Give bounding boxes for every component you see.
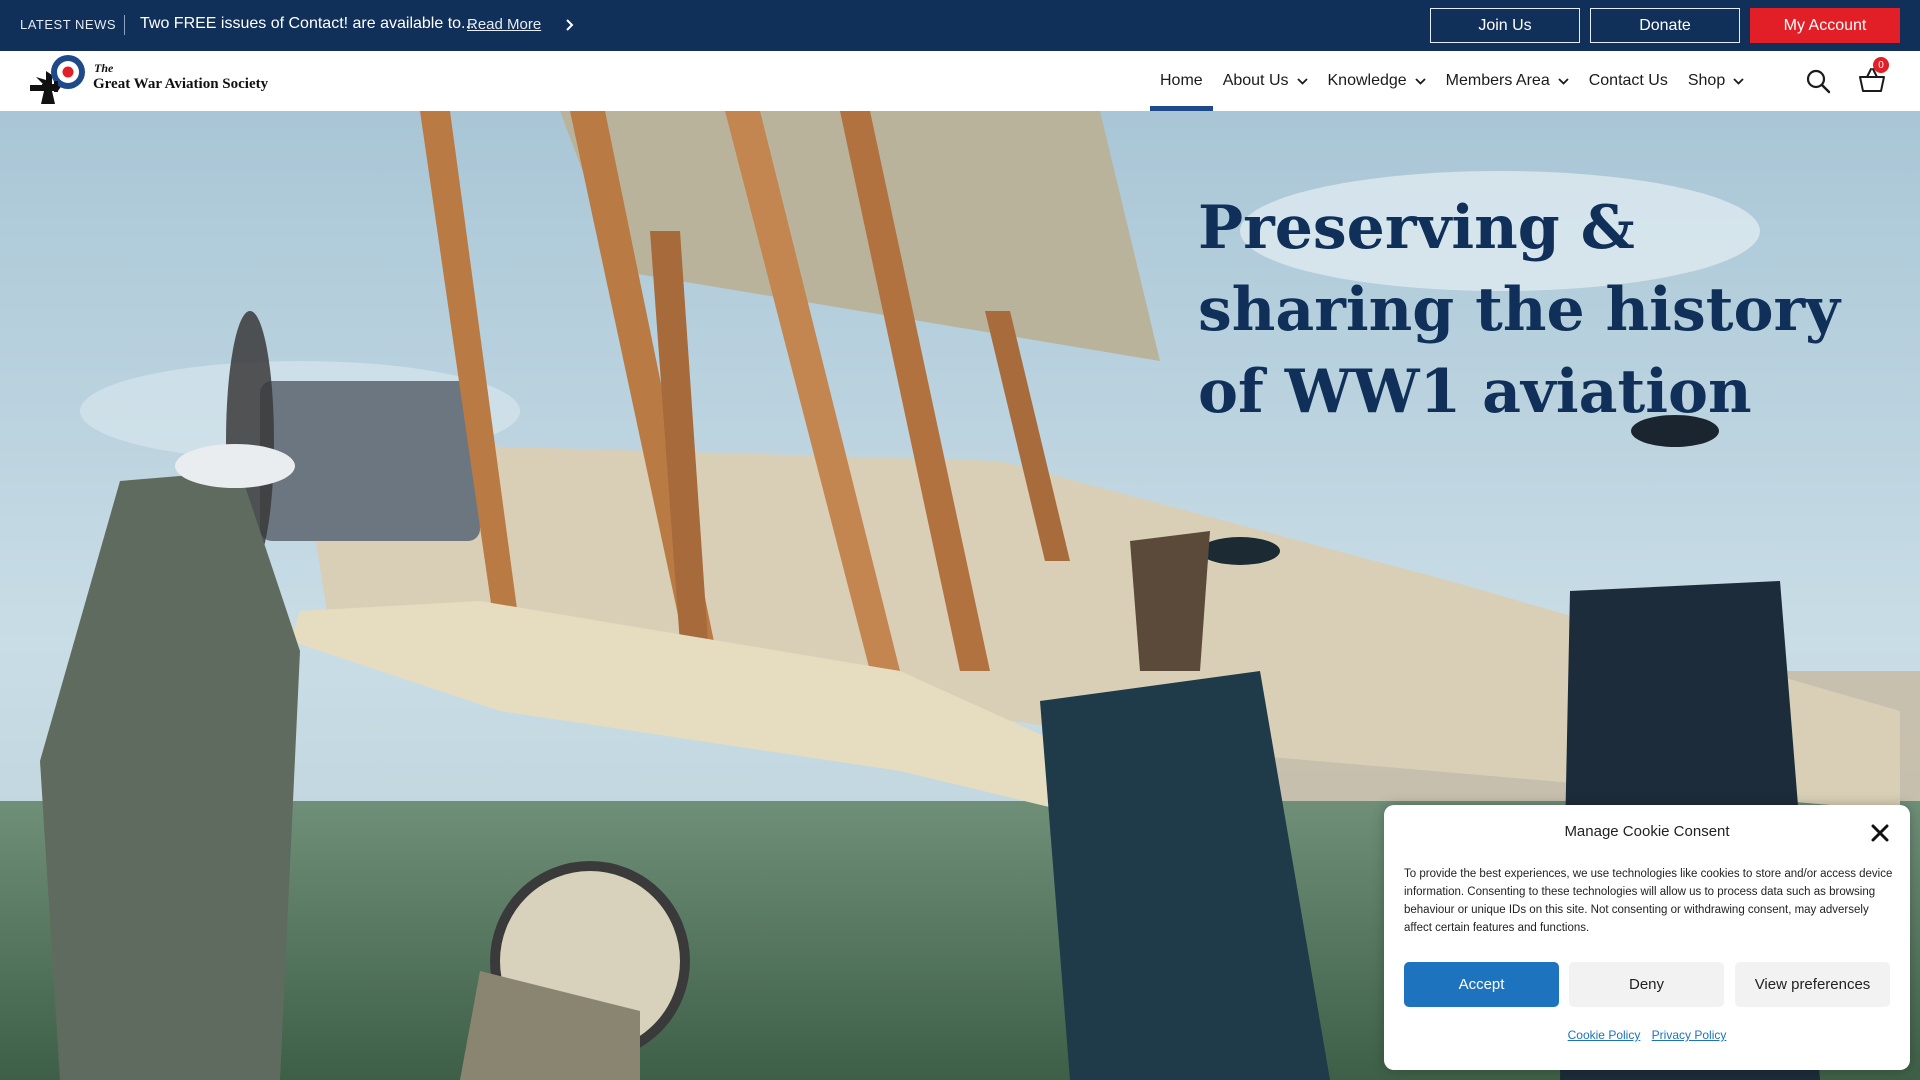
news-divider [124,15,125,35]
cart-count-badge: 0 [1873,57,1889,73]
chevron-down-icon [1296,77,1308,85]
hero-heading: Preserving & sharing the history of WW1 … [1198,187,1840,433]
hero-heading-line-3: of WW1 aviation [1198,351,1838,433]
news-label: LATEST NEWS [20,17,117,32]
cookie-policy-link[interactable]: Cookie Policy [1568,1028,1641,1042]
logo-name: Great War Aviation Society [93,76,269,92]
roundel-cross-icon [30,55,85,104]
nav-item-home[interactable]: Home [1150,51,1213,111]
site-logo[interactable]: The Great War Aviation Society [28,51,288,111]
news-read-more-link[interactable]: Read More [467,16,541,33]
chevron-down-icon [1558,77,1569,85]
chevron-right-icon[interactable] [563,15,577,35]
hero-heading-line-2: sharing the history [1198,275,1840,345]
main-nav: Home About Us Knowledge Members Area Con… [1150,51,1754,111]
nav-item-label: Home [1160,72,1203,89]
view-preferences-button[interactable]: View preferences [1735,962,1890,1007]
chevron-down-icon [1733,77,1744,85]
nav-item-members-area[interactable]: Members Area [1436,51,1579,111]
privacy-policy-link[interactable]: Privacy Policy [1652,1028,1727,1042]
nav-item-knowledge[interactable]: Knowledge [1318,51,1436,111]
nav-item-label: Members Area [1445,72,1550,89]
news-headline[interactable]: Two FREE issues of Contact! are availabl… [140,15,474,33]
news-bar: LATEST NEWS Two FREE issues of Contact! … [0,0,1920,51]
hero-heading-line-1: Preserving & [1198,193,1635,263]
join-us-button[interactable]: Join Us [1430,8,1580,43]
nav-item-contact-us[interactable]: Contact Us [1579,51,1678,111]
logo-the: The [94,61,114,75]
cookie-policy-links: Cookie Policy Privacy Policy [1384,1028,1910,1042]
accept-button[interactable]: Accept [1404,962,1559,1007]
close-icon[interactable] [1870,823,1890,843]
nav-item-label: Shop [1687,72,1726,89]
hero-heading-line-3-prefix: of [1198,357,1285,427]
hero-heading-emphasis: WW1 aviation [1284,357,1752,427]
my-account-button[interactable]: My Account [1750,8,1900,43]
search-icon[interactable] [1805,68,1831,94]
nav-item-label: Knowledge [1327,72,1407,89]
nav-item-about-us[interactable]: About Us [1213,51,1318,111]
chevron-down-icon [1415,77,1426,85]
cookie-consent-dialog: Manage Cookie Consent To provide the bes… [1384,805,1910,1070]
donate-button[interactable]: Donate [1590,8,1740,43]
nav-item-label: About Us [1222,72,1289,89]
cookie-dialog-text: To provide the best experiences, we use … [1404,868,1893,934]
site-header: The Great War Aviation Society Home Abou… [0,51,1920,111]
nav-item-shop[interactable]: Shop [1678,51,1754,111]
cookie-dialog-title: Manage Cookie Consent [1564,823,1730,840]
nav-item-label: Contact Us [1588,72,1668,89]
deny-button[interactable]: Deny [1569,962,1724,1007]
